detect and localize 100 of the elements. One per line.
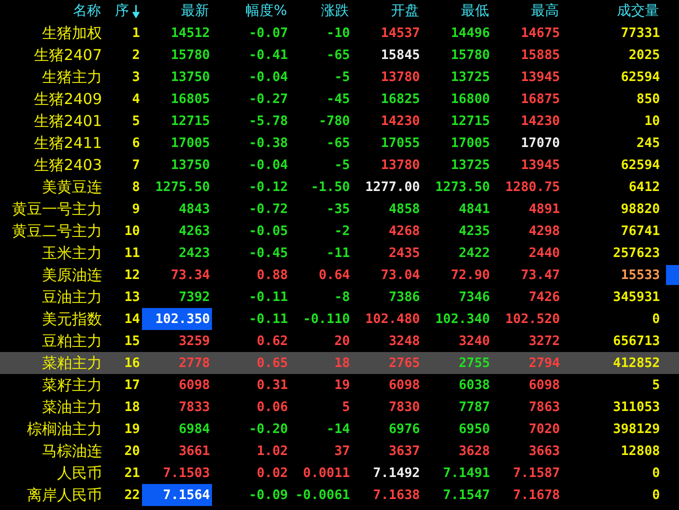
quote-row[interactable]: 生猪主力 3 13750 -0.04 -5 13780 13725 13945 62594 <box>0 66 679 88</box>
volume-cell-text: 76741 <box>620 224 661 238</box>
column-header[interactable]: 最低 <box>422 0 492 22</box>
volume-cell-text: 62594 <box>620 70 661 84</box>
instrument-name: 豆油主力 <box>42 288 103 306</box>
quote-row[interactable]: 生猪2407 2 15780 -0.41 -65 15845 15780 15885 2025 <box>0 44 679 66</box>
quote-row[interactable]: 生猪2411 6 17005 -0.38 -65 17055 17005 17070 245 <box>0 132 679 154</box>
quote-row[interactable]: 美黄豆连 8 1275.50 -0.12 -1.50 1277.00 1273.50 1280.75 6412 <box>0 176 679 198</box>
quote-row[interactable]: 豆油主力 13 7392 -0.11 -8 7386 7346 7426 345931 <box>0 286 679 308</box>
latest-price: 13750 <box>170 158 211 172</box>
latest-price: 14512 <box>170 26 211 40</box>
quote-row[interactable]: 黄豆二号主力 10 4263 -0.05 -2 4268 4235 4298 76741 <box>0 220 679 242</box>
quote-row[interactable]: 黄豆一号主力 9 4843 -0.72 -35 4858 4841 4891 98820 <box>0 198 679 220</box>
volume-cell-text: 15533 <box>620 268 661 282</box>
quote-row[interactable]: 美元指数 14 102.350 -0.11 -0.110 102.480 102.340 102.520 0 <box>0 308 679 330</box>
instrument-name: 菜油主力 <box>42 398 103 416</box>
column-header[interactable]: 最高 <box>492 0 562 22</box>
latest-price: 16805 <box>170 92 211 106</box>
table-cell-text: 14537 <box>380 26 421 40</box>
latest-price: 12715 <box>170 114 211 128</box>
latest-price: 4263 <box>178 224 211 238</box>
instrument-name: 美元指数 <box>42 310 103 328</box>
row-number: 21 <box>124 466 141 480</box>
row-number: 18 <box>124 400 141 414</box>
quote-row[interactable]: 棕榈油主力 19 6984 -0.20 -14 6976 6950 7020 398129 <box>0 418 679 440</box>
column-header[interactable]: 幅度% <box>212 0 290 22</box>
table-cell-text: -0.11 <box>248 290 289 304</box>
quote-row[interactable]: 美原油连 12 73.34 0.88 0.64 73.04 72.90 73.47 15533 <box>0 264 679 286</box>
table-cell-text: 4235 <box>458 224 491 238</box>
quote-row[interactable]: 人民币 21 7.1503 0.02 0.0011 7.1492 7.1491 7.1587 0 <box>0 462 679 484</box>
table-cell-text: 4858 <box>388 202 421 216</box>
table-cell-text: 0.64 <box>318 268 351 282</box>
table-cell-text: 7.1492 <box>373 466 421 480</box>
table-cell-text: 14675 <box>520 26 561 40</box>
column-header[interactable]: 成交量 <box>562 0 662 22</box>
instrument-name: 生猪2411 <box>34 134 103 152</box>
volume-cell-text: 398129 <box>613 422 661 436</box>
table-cell-text: -11 <box>326 246 351 260</box>
table-cell-text: 7020 <box>528 422 561 436</box>
column-header[interactable]: 涨跌 <box>290 0 352 22</box>
row-number: 14 <box>124 312 141 326</box>
table-cell-text: 7.1547 <box>443 488 491 502</box>
table-cell-text: 13945 <box>520 70 561 84</box>
quote-row[interactable]: 菜籽主力 17 6098 0.31 19 6098 6038 6098 5 <box>0 374 679 396</box>
instrument-name: 棕榈油主力 <box>27 420 103 438</box>
table-cell-text: 19 <box>334 378 351 392</box>
volume-cell-text: 77331 <box>620 26 661 40</box>
row-number: 15 <box>124 334 141 348</box>
quote-row[interactable]: 生猪加权 1 14512 -0.07 -10 14537 14496 14675 77331 <box>0 22 679 44</box>
table-cell-text: -0.110 <box>303 312 351 326</box>
quote-row[interactable]: 菜粕主力 16 2778 0.65 18 2765 2755 2794 412852 <box>0 352 679 374</box>
instrument-name: 美原油连 <box>42 266 103 284</box>
quote-row[interactable]: 菜油主力 18 7833 0.06 5 7830 7787 7863 311053 <box>0 396 679 418</box>
volume-cell-text: 311053 <box>613 400 661 414</box>
instrument-name: 生猪2403 <box>34 156 103 174</box>
instrument-name: 生猪2409 <box>34 90 103 108</box>
table-cell-text: 3272 <box>528 334 561 348</box>
quote-row[interactable]: 玉米主力 11 2423 -0.45 -11 2435 2422 2440 257623 <box>0 242 679 264</box>
table-cell-text: 2435 <box>388 246 421 260</box>
quote-row[interactable]: 生猪2409 4 16805 -0.27 -45 16825 16800 16875 850 <box>0 88 679 110</box>
latest-price: 15780 <box>170 48 211 62</box>
table-cell-text: 73.47 <box>520 268 561 282</box>
instrument-name: 生猪2401 <box>34 112 103 130</box>
volume-cell-text: 62594 <box>620 158 661 172</box>
table-cell-text: -0.41 <box>248 48 289 62</box>
table-cell-text: 4298 <box>528 224 561 238</box>
table-cell-text: -35 <box>326 202 351 216</box>
table-cell-text: -780 <box>318 114 351 128</box>
column-header[interactable]: 开盘 <box>352 0 422 22</box>
table-cell-text: 16825 <box>380 92 421 106</box>
table-cell-text: 16800 <box>450 92 491 106</box>
table-cell-text: 7.1491 <box>443 466 491 480</box>
table-cell-text: 7386 <box>388 290 421 304</box>
table-cell-text: 0.62 <box>256 334 289 348</box>
table-cell-text: 13780 <box>380 70 421 84</box>
table-cell-text: -0.12 <box>248 180 289 194</box>
table-cell-text: 37 <box>334 444 351 458</box>
quote-row[interactable]: 生猪2401 5 12715 -5.78 -780 14230 12715 14230 10 <box>0 110 679 132</box>
row-number: 12 <box>124 268 141 282</box>
volume-cell-text: 0 <box>652 466 661 480</box>
quote-row[interactable]: 离岸人民币 22 7.1564 -0.09 -0.0061 7.1638 7.1547 7.1678 0 <box>0 484 679 506</box>
table-cell-text: -5.78 <box>248 114 289 128</box>
column-header[interactable]: 名称 <box>0 0 104 22</box>
table-cell-text: 4891 <box>528 202 561 216</box>
table-cell-text: 15845 <box>380 48 421 62</box>
instrument-name: 黄豆一号主力 <box>12 200 103 218</box>
quote-row[interactable]: 豆粕主力 15 3259 0.62 20 3248 3240 3272 656713 <box>0 330 679 352</box>
quote-row[interactable]: 生猪2403 7 13750 -0.04 -5 13780 13725 13945 62594 <box>0 154 679 176</box>
column-header[interactable]: 最新 <box>142 0 212 22</box>
table-cell-text: 2422 <box>458 246 491 260</box>
table-cell-text: 18 <box>334 356 351 370</box>
latest-price: 1275.50 <box>155 180 211 194</box>
column-header[interactable]: 序 <box>104 0 142 22</box>
table-cell-text: 7.1638 <box>373 488 421 502</box>
row-number: 3 <box>132 70 141 84</box>
table-cell-text: 13780 <box>380 158 421 172</box>
latest-price: 17005 <box>170 136 211 150</box>
table-cell-text: 15780 <box>450 48 491 62</box>
table-cell-text: -0.04 <box>248 158 289 172</box>
quote-row[interactable]: 马棕油连 20 3661 1.02 37 3637 3628 3663 12808 <box>0 440 679 462</box>
